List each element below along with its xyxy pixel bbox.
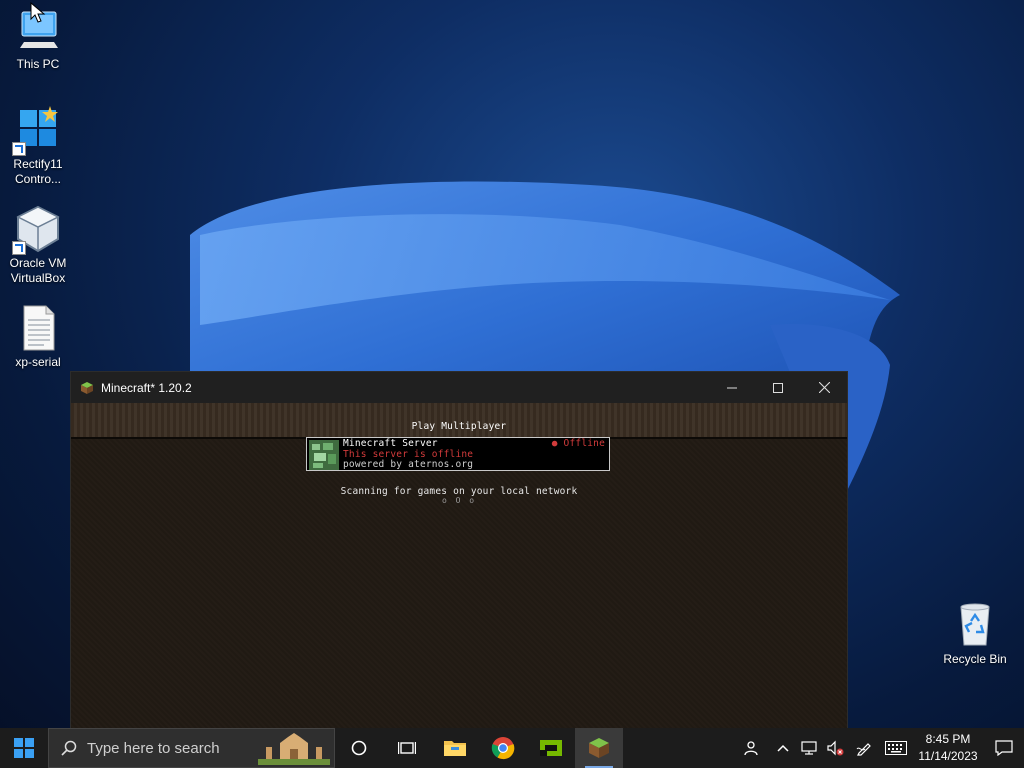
- lan-scan-indicator: o O o: [441, 496, 477, 505]
- window-titlebar[interactable]: Minecraft* 1.20.2: [71, 372, 847, 403]
- desktop-icon-xp-serial[interactable]: xp-serial: [0, 304, 76, 370]
- shortcut-arrow-icon: [12, 142, 26, 156]
- maximize-button[interactable]: [755, 372, 801, 403]
- speaker-muted-icon: [827, 740, 844, 756]
- folder-icon: [444, 741, 466, 756]
- minecraft-grass-block-icon: [589, 738, 609, 758]
- desktop-icon-rectify11[interactable]: Rectify11 Contro...: [0, 106, 76, 187]
- start-button[interactable]: [0, 728, 48, 768]
- virtualbox-icon: [12, 205, 62, 255]
- people-icon: [744, 741, 758, 756]
- windows-logo-icon: [14, 738, 34, 758]
- network-status-button[interactable]: [796, 728, 822, 768]
- touch-keyboard-button[interactable]: [880, 728, 912, 768]
- notification-icon: [995, 740, 1013, 756]
- server-status: ● Offline: [551, 438, 605, 449]
- desktop-icon-label: Recycle Bin: [943, 652, 1007, 666]
- desktop-icon-label: Oracle VM VirtualBox: [9, 256, 67, 285]
- network-icon: [801, 741, 817, 755]
- taskbar-clock[interactable]: 8:45 PM 11/14/2023: [912, 731, 984, 765]
- minecraft-grass-block-icon: [81, 381, 93, 394]
- minimize-icon: [727, 387, 737, 388]
- recycle-bin-icon: [951, 601, 999, 649]
- shortcut-arrow-icon: [12, 241, 26, 255]
- mouse-cursor-icon: [30, 2, 46, 23]
- show-hidden-icons-button[interactable]: [770, 728, 796, 768]
- search-highlight-temple-icon: [258, 733, 330, 765]
- server-name: Minecraft Server: [343, 438, 438, 449]
- cortana-button[interactable]: [335, 728, 383, 768]
- minimize-button[interactable]: [709, 372, 755, 403]
- pen-workspace-button[interactable]: [848, 728, 880, 768]
- search-icon: [61, 740, 77, 756]
- desktop-icon-label: This PC: [16, 57, 60, 71]
- windows-control-panel-icon: [12, 106, 62, 156]
- search-placeholder: Type here to search: [87, 739, 220, 757]
- taskbar: Type here to search 8:45 PM 11/14/2023: [0, 728, 1024, 768]
- chrome-icon: [491, 737, 515, 760]
- close-icon: [818, 382, 830, 393]
- server-list-entry[interactable]: Minecraft Server ● Offline This server i…: [306, 437, 610, 471]
- task-view-button[interactable]: [383, 728, 431, 768]
- close-button[interactable]: [801, 372, 847, 403]
- taskbar-minecraft[interactable]: [575, 728, 623, 768]
- taskbar-google-chrome[interactable]: [479, 728, 527, 768]
- taskbar-nvidia-app[interactable]: [527, 728, 575, 768]
- window-title: Minecraft* 1.20.2: [101, 380, 192, 395]
- system-tray: 8:45 PM 11/14/2023: [732, 728, 1024, 768]
- text-document-icon: [14, 304, 62, 352]
- cortana-circle-icon: [351, 740, 367, 756]
- server-motd-line2: powered by aternos.org: [343, 459, 474, 470]
- taskbar-file-explorer[interactable]: [431, 728, 479, 768]
- screen-header: Play Multiplayer: [71, 403, 847, 439]
- minecraft-window[interactable]: Minecraft* 1.20.2 Play Multiplayer Minec…: [70, 371, 848, 733]
- people-button[interactable]: [732, 728, 770, 768]
- keyboard-icon: [885, 741, 907, 755]
- chevron-up-icon: [777, 744, 789, 752]
- server-icon: [309, 440, 339, 470]
- pen-icon: [856, 743, 871, 756]
- volume-button[interactable]: [822, 728, 848, 768]
- maximize-icon: [773, 382, 783, 393]
- task-view-icon: [398, 742, 416, 754]
- taskbar-search-box[interactable]: Type here to search: [48, 728, 335, 768]
- action-center-button[interactable]: [984, 728, 1024, 768]
- desktop-icon-virtualbox[interactable]: Oracle VM VirtualBox: [0, 205, 76, 286]
- clock-time: 8:45 PM: [925, 732, 971, 746]
- minecraft-multiplayer-screen: Play Multiplayer Minecraft Server ● Offl…: [71, 403, 847, 732]
- screen-heading: Play Multiplayer: [411, 421, 507, 432]
- desktop-icon-recycle-bin[interactable]: Recycle Bin: [937, 601, 1013, 667]
- nvidia-app-icon: [540, 740, 562, 756]
- desktop-icon-label: Rectify11 Contro...: [13, 157, 63, 186]
- desktop-icon-label: xp-serial: [15, 355, 61, 369]
- clock-date: 11/14/2023: [918, 749, 978, 763]
